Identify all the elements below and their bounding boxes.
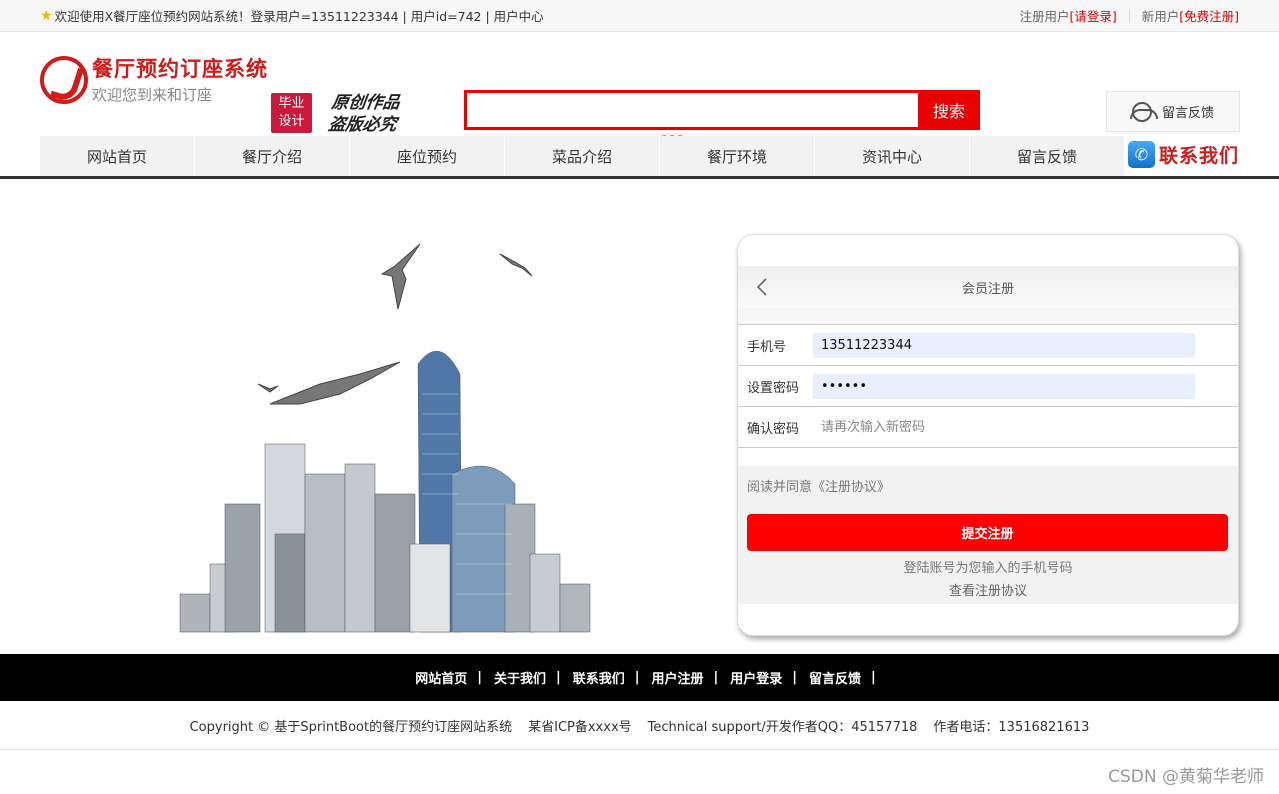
slogan: 原创作品 盗版必究 (327, 92, 401, 136)
customer-service-icon (1129, 101, 1158, 122)
phone-label: 手机号 (747, 339, 787, 355)
top-bar: ★ 欢迎使用X餐厅座位预约网站系统！登录用户=13511223344 | 用户i… (0, 0, 1279, 32)
footer-nav: 网站首页 | 关于我们 | 联系我们 | 用户注册 | 用户登录 | 留言反馈 | (0, 654, 1279, 701)
nav-item-news[interactable]: 资讯中心 (815, 136, 970, 176)
feedback-button[interactable]: 留言反馈 (1106, 91, 1240, 132)
nav-item-environment[interactable]: 餐厅环境 (660, 136, 815, 176)
star-icon: ★ (40, 7, 53, 24)
slogan-line-1: 原创作品 (330, 93, 401, 113)
slogan-line-2: 盗版必究 (327, 115, 398, 135)
main-content: 会员注册 手机号 13511223344 设置密码 •••••• 确认密码 请再… (0, 179, 1279, 657)
footer-link-register[interactable]: 用户注册 (652, 668, 704, 687)
seagull-icon (257, 243, 533, 405)
search-bar: 搜索 (464, 90, 980, 130)
graduation-badge: 毕业 设计 (271, 93, 312, 133)
separator: | (555, 670, 561, 685)
nav-item-feedback[interactable]: 留言反馈 (970, 136, 1125, 176)
nav-item-home[interactable]: 网站首页 (40, 136, 195, 176)
phone-icon: ✆ (1128, 141, 1155, 168)
site-header: 餐厅预约订座系统 欢迎您到来和订座 毕业 设计 原创作品 盗版必究 搜索 关键词… (0, 32, 1279, 150)
register-link[interactable]: [免费注册] (1179, 6, 1239, 25)
password-input[interactable]: •••••• (813, 373, 1195, 399)
badge-line-1: 毕业 (278, 96, 305, 111)
phone-row: 手机号 13511223344 (738, 325, 1238, 366)
submit-register-button[interactable]: 提交注册 (747, 514, 1228, 551)
main-nav: 网站首页 餐厅介绍 座位预约 菜品介绍 餐厅环境 资讯中心 留言反馈 ✆ 联系我… (0, 136, 1279, 179)
confirm-password-row: 确认密码 请再次输入新密码 (738, 407, 1238, 448)
view-agreement-link[interactable]: 查看注册协议 (738, 580, 1238, 599)
phone-input[interactable]: 13511223344 (813, 332, 1195, 358)
footer-link-about[interactable]: 关于我们 (494, 668, 546, 687)
footer-link-feedback[interactable]: 留言反馈 (809, 668, 861, 687)
register-title: 会员注册 (961, 281, 1014, 297)
site-logo[interactable]: 餐厅预约订座系统 欢迎您到来和订座 (40, 56, 268, 105)
back-arrow-icon[interactable] (752, 276, 774, 298)
nav-item-dishes[interactable]: 菜品介绍 (505, 136, 660, 176)
separator: | (634, 670, 640, 685)
search-input[interactable] (464, 90, 918, 130)
registered-user-label: 注册用户 (1019, 9, 1070, 24)
copyright-bar: Copyright © 基于SprintBoot的餐厅预约订座网站系统 某省IC… (0, 701, 1279, 750)
support-text: Technical support/开发作者QQ：45157718 (647, 719, 918, 735)
register-footer: 阅读并同意《注册协议》 提交注册 登陆账号为您输入的手机号码 查看注册协议 (738, 466, 1238, 604)
divider (1128, 8, 1130, 23)
skyline (179, 350, 591, 633)
search-button[interactable]: 搜索 (918, 90, 980, 130)
register-header: 会员注册 (738, 266, 1238, 308)
contact-us-label: 联系我们 (1159, 145, 1240, 167)
separator: | (477, 670, 482, 685)
separator: | (792, 670, 798, 685)
nav-item-about[interactable]: 餐厅介绍 (195, 136, 350, 176)
welcome-area: ★ 欢迎使用X餐厅座位预约网站系统！登录用户=13511223344 | 用户i… (40, 6, 544, 25)
confirm-password-label: 确认密码 (747, 421, 800, 437)
register-panel: 会员注册 手机号 13511223344 设置密码 •••••• 确认密码 请再… (737, 234, 1239, 636)
footer-link-contact[interactable]: 联系我们 (573, 668, 625, 687)
logo-subtitle: 欢迎您到来和订座 (92, 86, 213, 104)
contact-us[interactable]: ✆ 联系我们 (1128, 141, 1239, 168)
welcome-text: 欢迎使用X餐厅座位预约网站系统！登录用户=13511223344 | 用户id=… (54, 9, 544, 24)
account-hint: 登陆账号为您输入的手机号码 (903, 561, 1073, 576)
feedback-button-label: 留言反馈 (1161, 106, 1214, 121)
watermark: CSDN @黄菊华老师 (1108, 767, 1264, 787)
login-link[interactable]: [请登录] (1069, 6, 1116, 25)
copyright-text: Copyright © 基于SprintBoot的餐厅预约订座网站系统 (189, 719, 513, 735)
confirm-password-input[interactable]: 请再次输入新密码 (813, 414, 1195, 440)
city-skyline-illustration (179, 243, 591, 633)
password-row: 设置密码 •••••• (738, 366, 1238, 407)
new-user-label: 新用户 (1141, 9, 1180, 24)
footer-link-login[interactable]: 用户登录 (730, 668, 782, 687)
footer-link-home[interactable]: 网站首页 (415, 668, 467, 687)
icp-text: 某省ICP备xxxx号 (528, 719, 632, 735)
account-links: 注册用户 [请登录] 新用户 [免费注册] (1019, 6, 1239, 25)
logo-title: 餐厅预约订座系统 (92, 57, 268, 81)
separator: | (871, 670, 876, 685)
agreement-text[interactable]: 阅读并同意《注册协议》 (738, 476, 1238, 495)
separator: | (713, 670, 719, 685)
password-label: 设置密码 (747, 380, 800, 396)
nav-item-booking[interactable]: 座位预约 (350, 136, 505, 176)
logo-icon (40, 56, 88, 104)
badge-line-2: 设计 (278, 114, 305, 129)
spacer (738, 308, 1238, 325)
phone-text: 作者电话：13516821613 (933, 719, 1090, 735)
